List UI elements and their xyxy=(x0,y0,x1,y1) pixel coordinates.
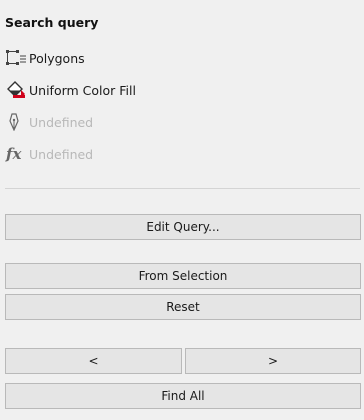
next-button[interactable]: > xyxy=(185,348,361,374)
section-divider xyxy=(5,188,360,189)
property-label-outline: Undefined xyxy=(29,114,94,130)
fx-icon: fx xyxy=(5,144,27,164)
from-selection-button[interactable]: From Selection xyxy=(5,263,361,289)
property-row-fill: Uniform Color Fill xyxy=(5,80,136,100)
property-row-effect: fx Undefined xyxy=(5,144,93,164)
property-label-effect: Undefined xyxy=(29,146,94,162)
previous-button[interactable]: < xyxy=(5,348,182,374)
property-row-object-type: Polygons xyxy=(5,48,85,68)
pen-nib-icon xyxy=(5,112,27,132)
find-all-button[interactable]: Find All xyxy=(5,383,361,409)
property-label-fill: Uniform Color Fill xyxy=(29,82,136,98)
fill-bucket-icon xyxy=(5,80,27,100)
svg-text:fx: fx xyxy=(5,145,22,163)
property-row-outline: Undefined xyxy=(5,112,93,132)
panel-title: Search query xyxy=(5,15,99,30)
reset-button[interactable]: Reset xyxy=(5,294,361,320)
edit-query-button[interactable]: Edit Query... xyxy=(5,214,361,240)
property-label-object-type: Polygons xyxy=(29,50,85,66)
polygon-select-icon xyxy=(5,48,27,68)
